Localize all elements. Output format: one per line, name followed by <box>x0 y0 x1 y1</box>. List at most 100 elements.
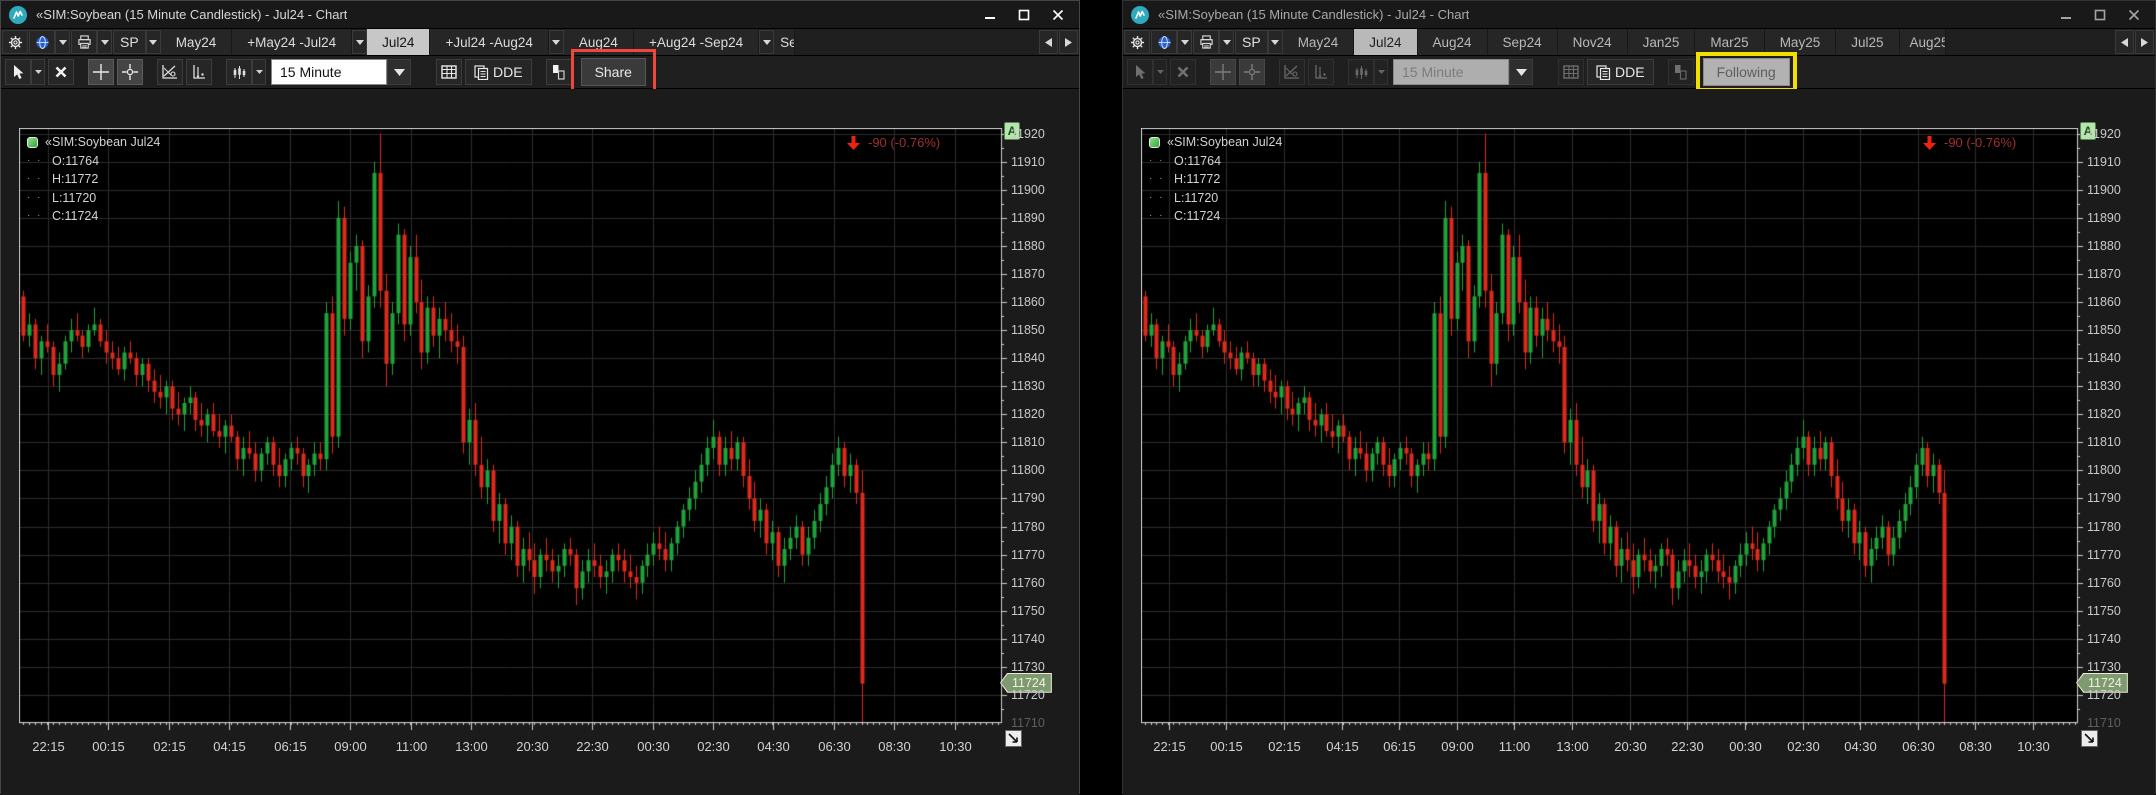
symbol-caret[interactable] <box>1268 30 1283 54</box>
print-button[interactable] <box>1193 30 1219 54</box>
share-follow-button[interactable]: Share <box>581 58 646 86</box>
share-follow-button[interactable]: Following <box>1703 58 1790 86</box>
tab-may24[interactable]: May24 <box>1283 29 1355 55</box>
chart-legend: «SIM:Soybean Jul24 · ·O:11764 · ·H:11772… <box>1149 133 1282 226</box>
interval-combobox[interactable]: 15 Minute <box>1393 59 1533 85</box>
title-bar[interactable]: «SIM:Soybean (15 Minute Candlestick) - J… <box>1 1 1079 29</box>
maximize-button[interactable] <box>1017 8 1031 22</box>
dde-label: DDE <box>493 64 523 80</box>
interval-combobox[interactable]: 15 Minute <box>271 59 411 85</box>
price-axis-label: 11780 <box>1011 520 1045 535</box>
settings-button[interactable] <box>1124 30 1150 54</box>
tab-caret[interactable] <box>759 30 774 54</box>
resize-handle[interactable] <box>1005 730 1022 747</box>
down-arrow-icon <box>1923 136 1936 150</box>
tab-aug24sep24[interactable]: +Aug24 -Sep24 <box>634 29 759 55</box>
legend-open: O:11764 <box>52 152 99 171</box>
print-caret[interactable] <box>1219 30 1234 54</box>
candlestick-canvas[interactable] <box>1141 128 2088 733</box>
tab-sep24[interactable]: Sep24 <box>1488 29 1558 55</box>
tab-caret[interactable] <box>352 30 367 54</box>
tab-nov24[interactable]: Nov24 <box>1558 29 1628 55</box>
scale-tool-button[interactable] <box>1279 59 1305 85</box>
cursor-tool-caret[interactable] <box>1153 59 1167 85</box>
maximize-button[interactable] <box>2093 8 2107 22</box>
globe-caret[interactable] <box>1177 30 1192 54</box>
interval-caret[interactable] <box>1509 59 1533 85</box>
tabs-scroll-right-button[interactable] <box>2135 30 2154 54</box>
cursor-tool-caret[interactable] <box>31 59 45 85</box>
instrument-color-swatch[interactable] <box>1149 137 1160 148</box>
time-axis-label: 08:30 <box>1959 739 1992 754</box>
table-button[interactable] <box>436 59 462 85</box>
crosshair-tracking-button[interactable] <box>1239 59 1265 85</box>
profile-tool-button[interactable] <box>186 59 212 85</box>
symbol-caret[interactable] <box>146 30 161 54</box>
minimize-button[interactable] <box>983 8 997 22</box>
tab-aug24[interactable]: Aug24 <box>564 29 634 55</box>
tab-sep24[interactable]: Sep24 <box>774 29 795 55</box>
globe-button[interactable] <box>29 30 55 54</box>
tab-may25[interactable]: May25 <box>1765 29 1837 55</box>
tab-caret[interactable] <box>549 30 564 54</box>
link-style-button[interactable] <box>1668 59 1694 85</box>
resize-handle[interactable] <box>2081 730 2098 747</box>
price-axis-label: 11860 <box>2087 295 2121 310</box>
crosshair-tool-button[interactable] <box>1210 59 1236 85</box>
time-axis-label: 11:00 <box>396 739 428 754</box>
cursor-tool-button[interactable] <box>1127 59 1153 85</box>
bar-type-caret[interactable] <box>1374 59 1388 85</box>
symbol-selector[interactable]: SP <box>113 30 146 54</box>
title-bar[interactable]: «SIM:Soybean (15 Minute Candlestick) - J… <box>1123 1 2155 29</box>
tab-jul24[interactable]: Jul24 <box>1354 29 1417 55</box>
table-button[interactable] <box>1558 59 1584 85</box>
interval-caret[interactable] <box>387 59 411 85</box>
dde-button[interactable]: DDE <box>1587 59 1654 85</box>
symbol-selector[interactable]: SP <box>1235 30 1268 54</box>
time-axis-label: 20:30 <box>516 739 549 754</box>
tab-jan25[interactable]: Jan25 <box>1628 29 1696 55</box>
bar-type-caret[interactable] <box>252 59 266 85</box>
tab-jul24[interactable]: Jul24 <box>367 29 430 55</box>
profile-tool-button[interactable] <box>1308 59 1334 85</box>
candlestick-canvas[interactable] <box>19 128 1012 733</box>
cursor-tool-button[interactable] <box>5 59 31 85</box>
tabs-scroll-left-button[interactable] <box>2115 30 2134 54</box>
scale-tool-button[interactable] <box>157 59 183 85</box>
print-caret[interactable] <box>97 30 112 54</box>
instrument-color-swatch[interactable] <box>27 137 38 148</box>
tab-aug24[interactable]: Aug24 <box>1418 29 1488 55</box>
time-axis-label: 00:30 <box>1729 739 1762 754</box>
window-title: «SIM:Soybean (15 Minute Candlestick) - J… <box>1158 7 1469 22</box>
globe-button[interactable] <box>1151 30 1177 54</box>
tab-jul24aug24[interactable]: +Jul24 -Aug24 <box>430 29 548 55</box>
price-axis-label: 11870 <box>2087 267 2121 282</box>
tab-mar25[interactable]: Mar25 <box>1695 29 1764 55</box>
price-axis-label: 11810 <box>2087 435 2121 450</box>
change-value: -90 (-0.76%) <box>1944 135 2016 150</box>
delete-tool-button[interactable] <box>1170 59 1196 85</box>
dde-button[interactable]: DDE <box>465 59 532 85</box>
link-style-button[interactable] <box>546 59 572 85</box>
legend-close: C:11724 <box>1174 207 1220 226</box>
tabs-scroll-right-button[interactable] <box>1059 30 1078 54</box>
price-axis-label: 11910 <box>2087 155 2121 170</box>
close-button[interactable] <box>2127 8 2141 22</box>
tab-aug25[interactable]: Aug25 <box>1900 29 1946 55</box>
tab-jul25[interactable]: Jul25 <box>1836 29 1899 55</box>
tab-may24[interactable]: May24 <box>161 29 233 55</box>
print-button[interactable] <box>71 30 97 54</box>
settings-button[interactable] <box>2 30 28 54</box>
bar-type-button[interactable] <box>226 59 252 85</box>
close-button[interactable] <box>1051 8 1065 22</box>
time-axis-label: 02:15 <box>1268 739 1301 754</box>
crosshair-tracking-button[interactable] <box>117 59 143 85</box>
minimize-button[interactable] <box>2059 8 2073 22</box>
time-axis-label: 10:30 <box>2017 739 2050 754</box>
globe-caret[interactable] <box>55 30 70 54</box>
crosshair-tool-button[interactable] <box>88 59 114 85</box>
tabs-scroll-left-button[interactable] <box>1039 30 1058 54</box>
delete-tool-button[interactable] <box>48 59 74 85</box>
bar-type-button[interactable] <box>1348 59 1374 85</box>
tab-may24jul24[interactable]: +May24 -Jul24 <box>232 29 352 55</box>
